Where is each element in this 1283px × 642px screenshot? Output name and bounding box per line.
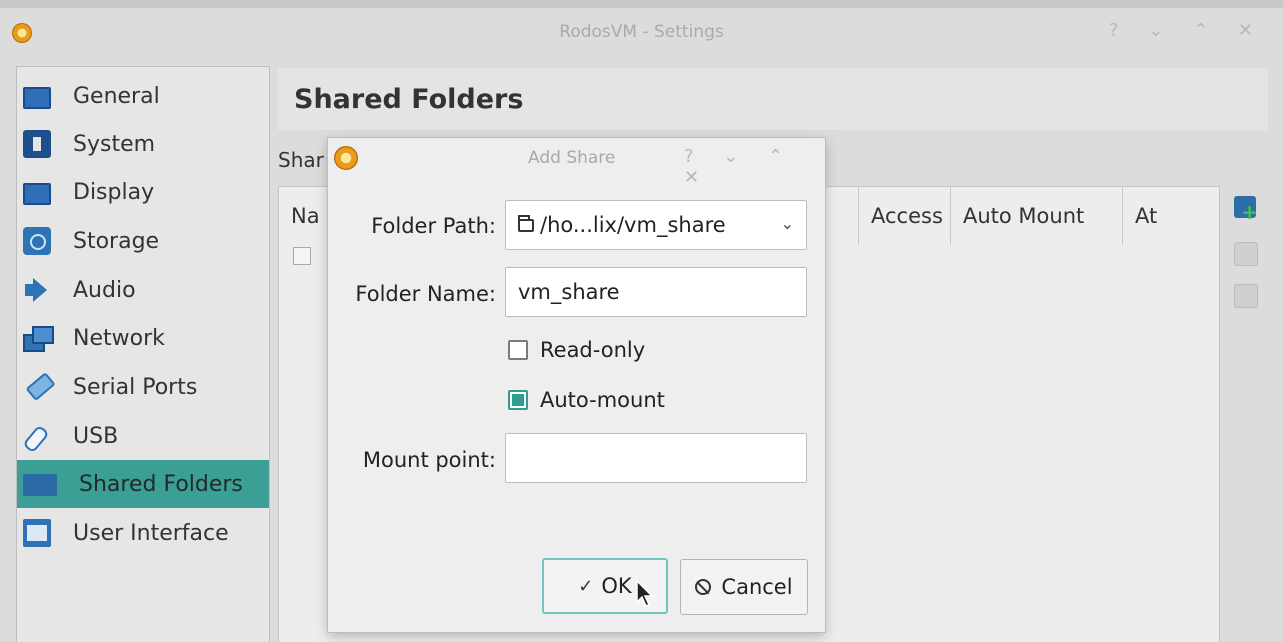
sidebar-item-audio[interactable]: Audio	[17, 266, 269, 314]
sidebar-item-storage[interactable]: Storage	[17, 217, 269, 265]
maximize-button[interactable]: ⌃	[1193, 20, 1220, 41]
column-header-auto-mount[interactable]: Auto Mount	[951, 187, 1123, 245]
mount-point-input[interactable]	[505, 433, 807, 483]
add-share-dialog: Add Share ? ⌄ ⌃ ✕ Folder Path: /ho...lix…	[328, 138, 825, 632]
sidebar-item-label: Network	[73, 325, 165, 351]
settings-sidebar: General System Display Storage Audio Net…	[16, 66, 270, 642]
folder-name-value: vm_share	[518, 280, 620, 304]
user-interface-icon	[23, 519, 51, 547]
auto-mount-checkbox-row[interactable]: Auto-mount	[508, 388, 665, 412]
dialog-close-button[interactable]: ✕	[684, 167, 711, 188]
folder-name-label: Folder Name:	[355, 282, 496, 306]
folder-name-input[interactable]: vm_share	[505, 267, 807, 317]
sidebar-item-label: Serial Ports	[73, 374, 198, 400]
usb-icon	[23, 422, 51, 450]
sidebar-item-label: Audio	[73, 277, 136, 303]
dialog-maximize-button[interactable]: ⌃	[768, 146, 795, 167]
edit-share-icon[interactable]	[1234, 242, 1258, 266]
column-header-access[interactable]: Access	[859, 187, 951, 245]
cancel-button-label: Cancel	[721, 575, 793, 599]
sidebar-item-label: Display	[73, 179, 155, 205]
window-title: RodosVM - Settings	[559, 22, 724, 42]
read-only-checkbox-row[interactable]: Read-only	[508, 338, 645, 362]
sidebar-item-network[interactable]: Network	[17, 314, 269, 362]
window-top-strip	[0, 0, 1283, 8]
dialog-title: Add Share	[528, 148, 616, 168]
dialog-controls: ? ⌄ ⌃ ✕	[684, 146, 825, 188]
window-controls: ? ⌄ ⌃ ✕	[1109, 20, 1265, 41]
minimize-button[interactable]: ⌄	[1148, 20, 1175, 41]
mount-point-label: Mount point:	[362, 448, 496, 472]
checkmark-icon: ✓	[578, 575, 594, 597]
shared-folders-icon	[23, 470, 57, 498]
sidebar-item-label: General	[73, 83, 160, 109]
page-header: Shared Folders	[278, 68, 1268, 130]
sidebar-item-label: System	[73, 131, 156, 157]
sidebar-item-shared-folders[interactable]: Shared Folders	[17, 460, 269, 508]
network-icon	[23, 324, 54, 352]
folder-path-label: Folder Path:	[371, 214, 496, 238]
display-icon	[23, 183, 51, 205]
auto-mount-checkbox[interactable]	[508, 390, 528, 410]
table-row-checkbox[interactable]	[293, 247, 311, 265]
read-only-checkbox[interactable]	[508, 340, 528, 360]
chevron-down-icon: ⌄	[780, 214, 794, 233]
window-titlebar: RodosVM - Settings ? ⌄ ⌃ ✕	[0, 8, 1283, 58]
shared-folders-section-label: Shar	[278, 148, 324, 172]
page-title: Shared Folders	[294, 84, 524, 115]
folder-path-select[interactable]: /ho...lix/vm_share ⌄	[505, 200, 807, 250]
help-button[interactable]: ?	[1109, 20, 1131, 41]
sidebar-item-label: User Interface	[73, 520, 229, 546]
sidebar-item-label: Shared Folders	[79, 471, 243, 497]
sidebar-item-usb[interactable]: USB	[17, 412, 269, 460]
sidebar-item-user-interface[interactable]: User Interface	[17, 509, 269, 557]
auto-mount-label: Auto-mount	[540, 388, 665, 412]
sidebar-item-serial-ports[interactable]: Serial Ports	[17, 363, 269, 411]
read-only-label: Read-only	[540, 338, 646, 362]
serial-ports-icon	[17, 367, 56, 406]
close-button[interactable]: ✕	[1238, 20, 1265, 41]
folder-path-value: /ho...lix/vm_share	[540, 213, 726, 237]
remove-share-icon[interactable]	[1234, 284, 1258, 308]
dialog-minimize-button[interactable]: ⌄	[723, 146, 750, 167]
monitor-icon	[23, 87, 51, 109]
sidebar-item-display[interactable]: Display	[17, 168, 269, 216]
system-icon	[23, 130, 51, 158]
virtualbox-dialog-icon	[334, 146, 358, 170]
cancel-icon	[695, 579, 712, 595]
sidebar-item-label: USB	[73, 423, 119, 449]
folder-icon	[518, 214, 534, 232]
audio-icon	[23, 276, 51, 304]
sidebar-item-general[interactable]: General	[17, 72, 269, 120]
storage-icon	[23, 227, 51, 255]
cancel-button[interactable]: Cancel	[680, 559, 808, 615]
sidebar-item-label: Storage	[73, 228, 160, 254]
column-header-at[interactable]: At	[1123, 187, 1219, 245]
ok-button-label: OK	[601, 574, 632, 598]
dialog-help-button[interactable]: ?	[684, 146, 706, 167]
add-share-icon[interactable]	[1234, 196, 1258, 224]
sidebar-item-system[interactable]: System	[17, 120, 269, 168]
